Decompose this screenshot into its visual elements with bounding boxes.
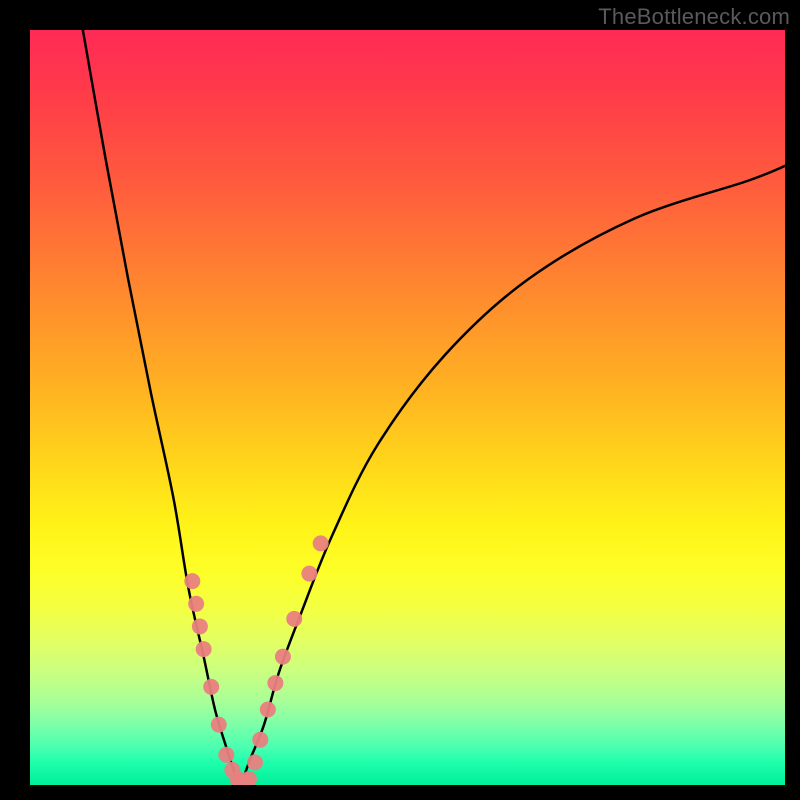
hotspot-marker [211, 717, 227, 733]
hotspot-marker [275, 649, 291, 665]
hotspot-marker [247, 754, 263, 770]
hotspot-marker [260, 702, 276, 718]
chart-frame: TheBottleneck.com [0, 0, 800, 800]
hotspot-marker [218, 747, 234, 763]
watermark-text: TheBottleneck.com [598, 4, 790, 30]
hotspot-marker [301, 566, 317, 582]
hotspot-marker [203, 679, 219, 695]
hotspot-marker [184, 573, 200, 589]
hotspot-marker [196, 641, 212, 657]
right-curve [241, 166, 785, 785]
hotspot-marker [252, 732, 268, 748]
plot-area [30, 30, 785, 785]
hotspot-marker [286, 611, 302, 627]
hotspot-marker [192, 618, 208, 634]
hotspot-marker [313, 535, 329, 551]
hotspot-marker [241, 771, 257, 785]
hotspot-marker [267, 675, 283, 691]
left-curve [83, 30, 242, 785]
chart-svg [30, 30, 785, 785]
hotspot-marker [188, 596, 204, 612]
hotspot-markers [184, 535, 328, 785]
